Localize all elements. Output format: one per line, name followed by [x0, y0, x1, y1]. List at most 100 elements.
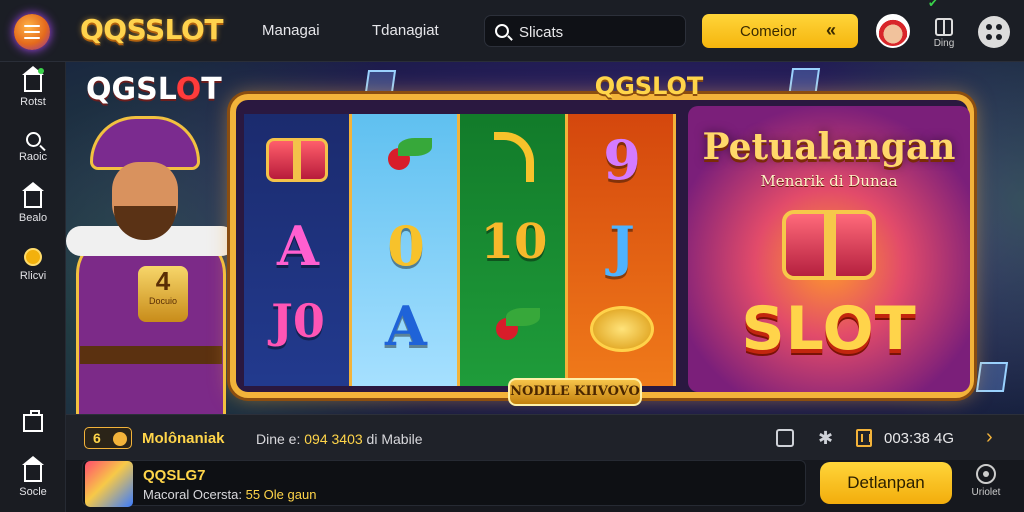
sidebar-item-label: Raoic [18, 151, 48, 163]
top-cta-label: Comeior [740, 23, 797, 40]
reel-1: A J0 [244, 114, 352, 386]
nav-link-1[interactable]: Managai [262, 22, 320, 39]
promo-slot-text: SLOT [741, 294, 917, 364]
gift-label: Ding [933, 38, 955, 49]
reel-2: 0 A [352, 114, 460, 386]
game-card[interactable]: QQSLG7 Macoral Ocersta: 55 Ole gaun [82, 460, 806, 507]
box-icon [23, 410, 43, 432]
dot-icon [996, 34, 1002, 40]
puzzle-icon[interactable] [776, 429, 794, 447]
home-icon [22, 66, 44, 92]
hero-brand-text: QGSL [86, 72, 176, 107]
reel-4: 9 J [568, 114, 676, 386]
sidebar-item-label: Rlicvi [19, 270, 47, 282]
search-icon [495, 24, 509, 38]
reel-symbol: A [385, 294, 427, 358]
character-illustration: 4 Docuio [66, 116, 236, 414]
character-belt [80, 346, 222, 364]
hero-banner[interactable]: QGSLOT 4 Docuio QGSLOT A J0 0 A 10 9 J P… [66, 62, 1024, 414]
coin-icon [113, 432, 127, 446]
top-bar: QQSSLOT Managai Tdanagiat Slicats Comeio… [0, 0, 1024, 62]
hero-brand-logo: QGSLOT [86, 72, 222, 107]
hero-brand-o: O [175, 72, 202, 107]
calendar-icon[interactable] [856, 429, 872, 447]
more-options-button[interactable] [978, 16, 1010, 48]
character-badge-text: Docuio [148, 296, 177, 306]
hero-brand-end: T [201, 72, 222, 107]
cherry-symbol [486, 304, 542, 348]
decor-tile [975, 362, 1009, 392]
double-chevron-left-icon: « [826, 20, 837, 40]
nav-link-2[interactable]: Tdanagiat [372, 22, 439, 39]
info-detail: Dine e: 094 3403 di Mabile [256, 431, 423, 447]
reel-3: 10 [460, 114, 568, 386]
sidebar-item-coin[interactable]: Rlicvi [0, 248, 66, 282]
info-bar: 6 Molônaniak Dine e: 094 3403 di Mabile … [66, 414, 1024, 460]
sidebar-item-label: Socle [19, 486, 47, 498]
reel-symbol: A [277, 214, 319, 278]
dot-icon [986, 34, 992, 40]
promo-panel: Petualangan Menarik di Dunaa SLOT [688, 106, 970, 392]
reel-symbol: 10 [480, 214, 548, 270]
bag-icon [22, 182, 44, 208]
slot-frame-title: QGSLOT [594, 72, 704, 100]
game-sub-prefix: Macoral Ocersta: [143, 487, 246, 502]
sidebar-item-home[interactable]: Rotst [0, 66, 66, 108]
menu-button[interactable] [14, 14, 50, 50]
reel-symbol: 9 [603, 128, 641, 192]
promo-title: Petualangan [702, 126, 956, 168]
game-title: QQSLG7 [143, 467, 206, 484]
game-thumbnail [85, 461, 133, 507]
sidebar-item-box[interactable] [0, 410, 66, 436]
support-icon [976, 464, 996, 484]
info-title: Molônaniak [142, 430, 225, 447]
gift-button[interactable]: Ding [926, 14, 962, 54]
coin-icon [24, 248, 42, 266]
slot-machine-frame: QGSLOT A J0 0 A 10 9 J Petualangan Menar… [230, 72, 974, 398]
search-icon [25, 132, 41, 147]
sidebar: Rotst Raoic Bealo Rlicvi Socle [0, 62, 66, 512]
character-badge: 4 Docuio [138, 266, 188, 322]
sidebar-item-home-bottom[interactable]: Socle [0, 456, 66, 498]
avatar[interactable] [876, 14, 910, 48]
sidebar-item-bag[interactable]: Bealo [0, 182, 66, 224]
sidebar-item-label: Rotst [20, 96, 46, 108]
time-readout: 003:38 4G [884, 430, 955, 447]
ribbon-banner: NODILE KIIVOVO [508, 378, 642, 406]
game-sub-value: 55 Ole gaun [245, 487, 317, 502]
play-button[interactable]: Detlanpan [820, 462, 952, 504]
gear-icon[interactable]: ✱ [818, 428, 833, 448]
check-icon: ✔ [928, 0, 939, 10]
cherry-symbol [378, 134, 434, 178]
level-badge: 6 [84, 427, 132, 449]
sidebar-item-search[interactable]: Raoic [0, 132, 66, 163]
hamburger-icon [24, 23, 40, 41]
info-detail-value: 094 3403 [304, 431, 363, 447]
game-bar: QQSLG7 Macoral Ocersta: 55 Ole gaun Detl… [66, 460, 1024, 512]
info-detail-suffix: di Mabile [362, 431, 423, 447]
sidebar-item-label: Bealo [18, 212, 48, 224]
coin-symbol [590, 306, 654, 352]
character-badge-number: 4 [155, 266, 171, 296]
top-cta-button[interactable]: Comeior « [702, 14, 858, 48]
support-label: Uriolet [971, 487, 1001, 498]
search-placeholder: Slicats [519, 24, 564, 41]
gift-icon [935, 18, 953, 36]
info-detail-prefix: Dine e: [256, 431, 305, 447]
chevron-right-icon[interactable]: › [986, 426, 993, 449]
dot-icon [996, 24, 1002, 30]
level-number: 6 [93, 430, 101, 446]
gift-box-illustration [782, 210, 876, 280]
promo-subtitle: Menarik di Dunaa [760, 172, 898, 190]
reel-symbol: J [609, 214, 635, 278]
arrow-symbol [494, 132, 534, 182]
game-subtitle: Macoral Ocersta: 55 Ole gaun [143, 487, 316, 502]
reel-symbol: 0 [387, 214, 425, 278]
dot-icon [986, 24, 992, 30]
support-button[interactable]: Uriolet [964, 462, 1008, 498]
search-input[interactable]: Slicats [484, 15, 686, 47]
home-icon [22, 456, 44, 482]
reel-symbol: J0 [271, 294, 325, 348]
brand-logo[interactable]: QQSSLOT [80, 13, 223, 46]
gift-symbol [266, 138, 328, 182]
